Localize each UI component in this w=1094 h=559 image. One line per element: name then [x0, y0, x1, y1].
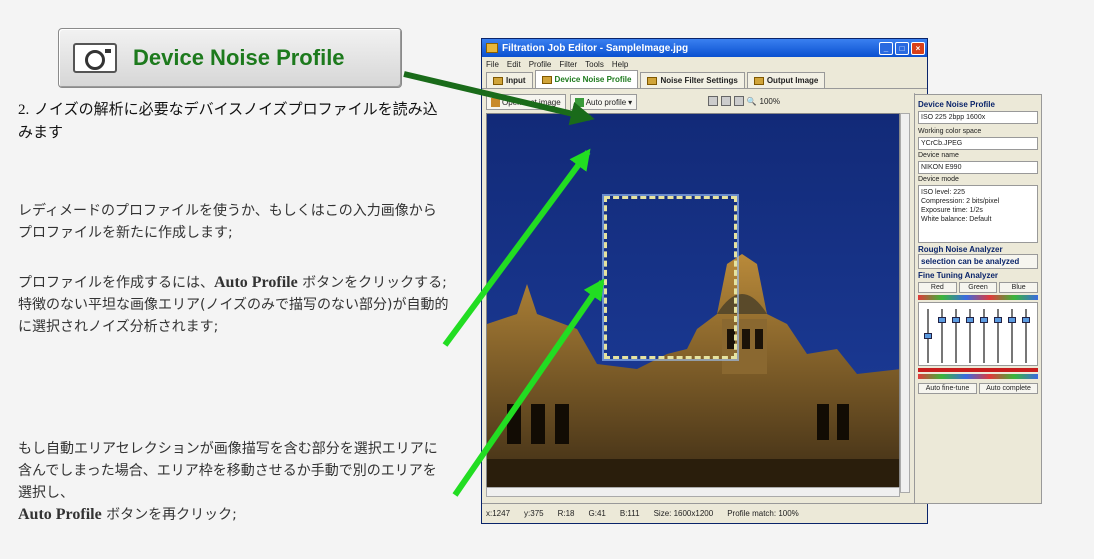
- fine-tab-green[interactable]: Green: [958, 282, 998, 293]
- menu-edit[interactable]: Edit: [507, 60, 521, 69]
- status-y: y:375: [524, 509, 544, 518]
- app-icon: [486, 43, 498, 53]
- status-match: Profile match: 100%: [727, 509, 799, 518]
- paragraph-2: プロファイルを作成するには、Auto Profile ボタンをクリックする; 特…: [18, 272, 450, 338]
- menu-bar: File Edit Profile Filter Tools Help: [482, 57, 927, 71]
- camera-icon: [73, 43, 117, 73]
- para3-button-name: Auto Profile: [18, 506, 102, 523]
- tab-input-label: Input: [506, 76, 526, 85]
- device-mode-label: Device mode: [918, 176, 959, 183]
- mode-line-3: Exposure time: 1/2s: [921, 207, 983, 214]
- device-noise-profile-callout: Device Noise Profile: [58, 28, 402, 88]
- auto-profile-button[interactable]: Auto profile ▾: [569, 94, 638, 110]
- auto-label: Auto profile: [585, 97, 627, 107]
- fine-actions: Auto fine-tune Auto complete: [918, 383, 1038, 394]
- vertical-scrollbar[interactable]: [900, 113, 910, 493]
- profile-side-panel: Device Noise Profile ISO 225 2bpp 1600x …: [914, 94, 1042, 504]
- open-icon: [491, 97, 500, 107]
- paragraph-1: レディメードのプロファイルを使うか、もしくはこの入力画像からプロファイルを新たに…: [18, 203, 437, 241]
- para2b: 特徴のない平坦な画像エリア(ノイズのみで描写のない部分)が自動的に選択されノイズ…: [18, 297, 449, 335]
- filtration-job-editor-window: Filtration Job Editor - SampleImage.jpg …: [481, 38, 928, 524]
- channel-color-bar: [918, 374, 1038, 379]
- step-heading: 2. ノイズの解析に必要なデバイスノイズプロファイルを読み込みます: [18, 98, 450, 143]
- para3-post: ボタンを再クリック;: [101, 507, 237, 523]
- tab-device-noise-profile[interactable]: Device Noise Profile: [534, 70, 639, 88]
- paragraph-3: もし自動エリアセレクションが画像描写を含む部分を選択エリアに含んでしまった場合、…: [18, 438, 450, 526]
- working-space-select[interactable]: YCrCb.JPEG: [918, 137, 1038, 150]
- rough-analyzer-title: Rough Noise Analyzer: [918, 245, 1003, 254]
- fine-analyzer-title: Fine Tuning Analyzer: [918, 271, 999, 280]
- camera-icon: [541, 75, 552, 84]
- close-icon[interactable]: ×: [911, 41, 925, 55]
- para2-post: ボタンをクリックする;: [297, 275, 447, 291]
- noise-level-bar: [918, 368, 1038, 372]
- para3-pre: もし自動エリアセレクションが画像描写を含む部分を選択エリアに含んでしまった場合、…: [18, 441, 438, 501]
- auto-fine-tune-button[interactable]: Auto fine-tune: [918, 383, 977, 394]
- menu-file[interactable]: File: [486, 60, 499, 69]
- tab-input[interactable]: Input: [486, 72, 533, 88]
- tab-strip: Input Device Noise Profile Noise Filter …: [482, 70, 927, 89]
- image-canvas[interactable]: [486, 113, 900, 493]
- status-r: R:18: [557, 509, 575, 518]
- mode-line-1: ISO level: 225: [921, 189, 965, 196]
- menu-tools[interactable]: Tools: [585, 60, 604, 69]
- horizontal-scrollbar[interactable]: [486, 487, 900, 497]
- para2-pre: プロファイルを作成するには、: [18, 275, 214, 291]
- step-heading-text: ノイズの解析に必要なデバイスノイズプロファイルを読み込みます: [18, 100, 438, 141]
- para2-button-name: Auto Profile: [214, 274, 298, 291]
- working-space-label: Working color space: [918, 128, 982, 135]
- window-titlebar: Filtration Job Editor - SampleImage.jpg …: [482, 39, 927, 57]
- status-bar: x:1247 y:375 R:18 G:41 B:111 Size: 1600x…: [482, 503, 927, 523]
- tab-noise-filter-settings[interactable]: Noise Filter Settings: [640, 72, 745, 88]
- tab-device-label: Device Noise Profile: [554, 75, 632, 84]
- status-x: x:1247: [486, 509, 511, 518]
- image-icon: [753, 76, 764, 85]
- device-name-field[interactable]: NIKON E990: [918, 161, 1038, 174]
- status-size: Size: 1600x1200: [653, 509, 714, 518]
- tab-filter-label: Noise Filter Settings: [660, 76, 738, 85]
- step-number: 2.: [18, 102, 30, 118]
- zoom-value[interactable]: 100%: [760, 97, 780, 106]
- status-g: G:41: [588, 509, 606, 518]
- open-test-image-button[interactable]: Open test image: [486, 94, 566, 110]
- image-toolbar: Open test image Auto profile ▾ 🔍 100%: [484, 93, 910, 111]
- filter-icon: [647, 76, 658, 85]
- device-mode-text: ISO level: 225 Compression: 2 bits/pixel…: [918, 185, 1038, 243]
- fine-tab-red[interactable]: Red: [918, 282, 957, 293]
- frequency-color-bar: [918, 295, 1038, 300]
- window-title: Filtration Job Editor - SampleImage.jpg: [502, 42, 689, 54]
- auto-complete-button[interactable]: Auto complete: [979, 383, 1038, 394]
- tab-output-label: Output Image: [766, 76, 819, 85]
- minimize-icon[interactable]: _: [879, 41, 893, 55]
- rough-analyzer-status[interactable]: selection can be analyzed: [918, 254, 1038, 269]
- mode-line-4: White balance: Default: [921, 216, 992, 223]
- tab-output-image[interactable]: Output Image: [746, 72, 826, 88]
- open-label: Open test image: [502, 97, 561, 107]
- fine-tab-blue[interactable]: Blue: [999, 282, 1039, 293]
- auto-profile-icon: [574, 97, 584, 107]
- device-name-label: Device name: [918, 152, 959, 159]
- folder-icon: [493, 76, 503, 85]
- color-mode-icon[interactable]: [720, 96, 731, 106]
- callout-label: Device Noise Profile: [133, 45, 345, 70]
- profile-select[interactable]: ISO 225 2bpp 1600x: [918, 111, 1038, 124]
- menu-help[interactable]: Help: [612, 60, 628, 69]
- menu-profile[interactable]: Profile: [529, 60, 552, 69]
- zoom-controls: 🔍 100%: [707, 93, 780, 109]
- status-b: B:111: [619, 509, 640, 518]
- fine-tune-sliders[interactable]: [918, 302, 1038, 366]
- select-tool-icon[interactable]: [733, 96, 744, 106]
- mode-line-2: Compression: 2 bits/pixel: [921, 198, 1000, 205]
- fine-tabs: Red Green Blue: [918, 282, 1039, 293]
- selection-area-frame[interactable]: [602, 194, 739, 361]
- menu-filter[interactable]: Filter: [559, 60, 577, 69]
- maximize-icon[interactable]: □: [895, 41, 909, 55]
- view-mode-icon[interactable]: [707, 96, 718, 106]
- zoom-icon[interactable]: 🔍: [747, 97, 757, 106]
- panel-title: Device Noise Profile: [918, 100, 995, 109]
